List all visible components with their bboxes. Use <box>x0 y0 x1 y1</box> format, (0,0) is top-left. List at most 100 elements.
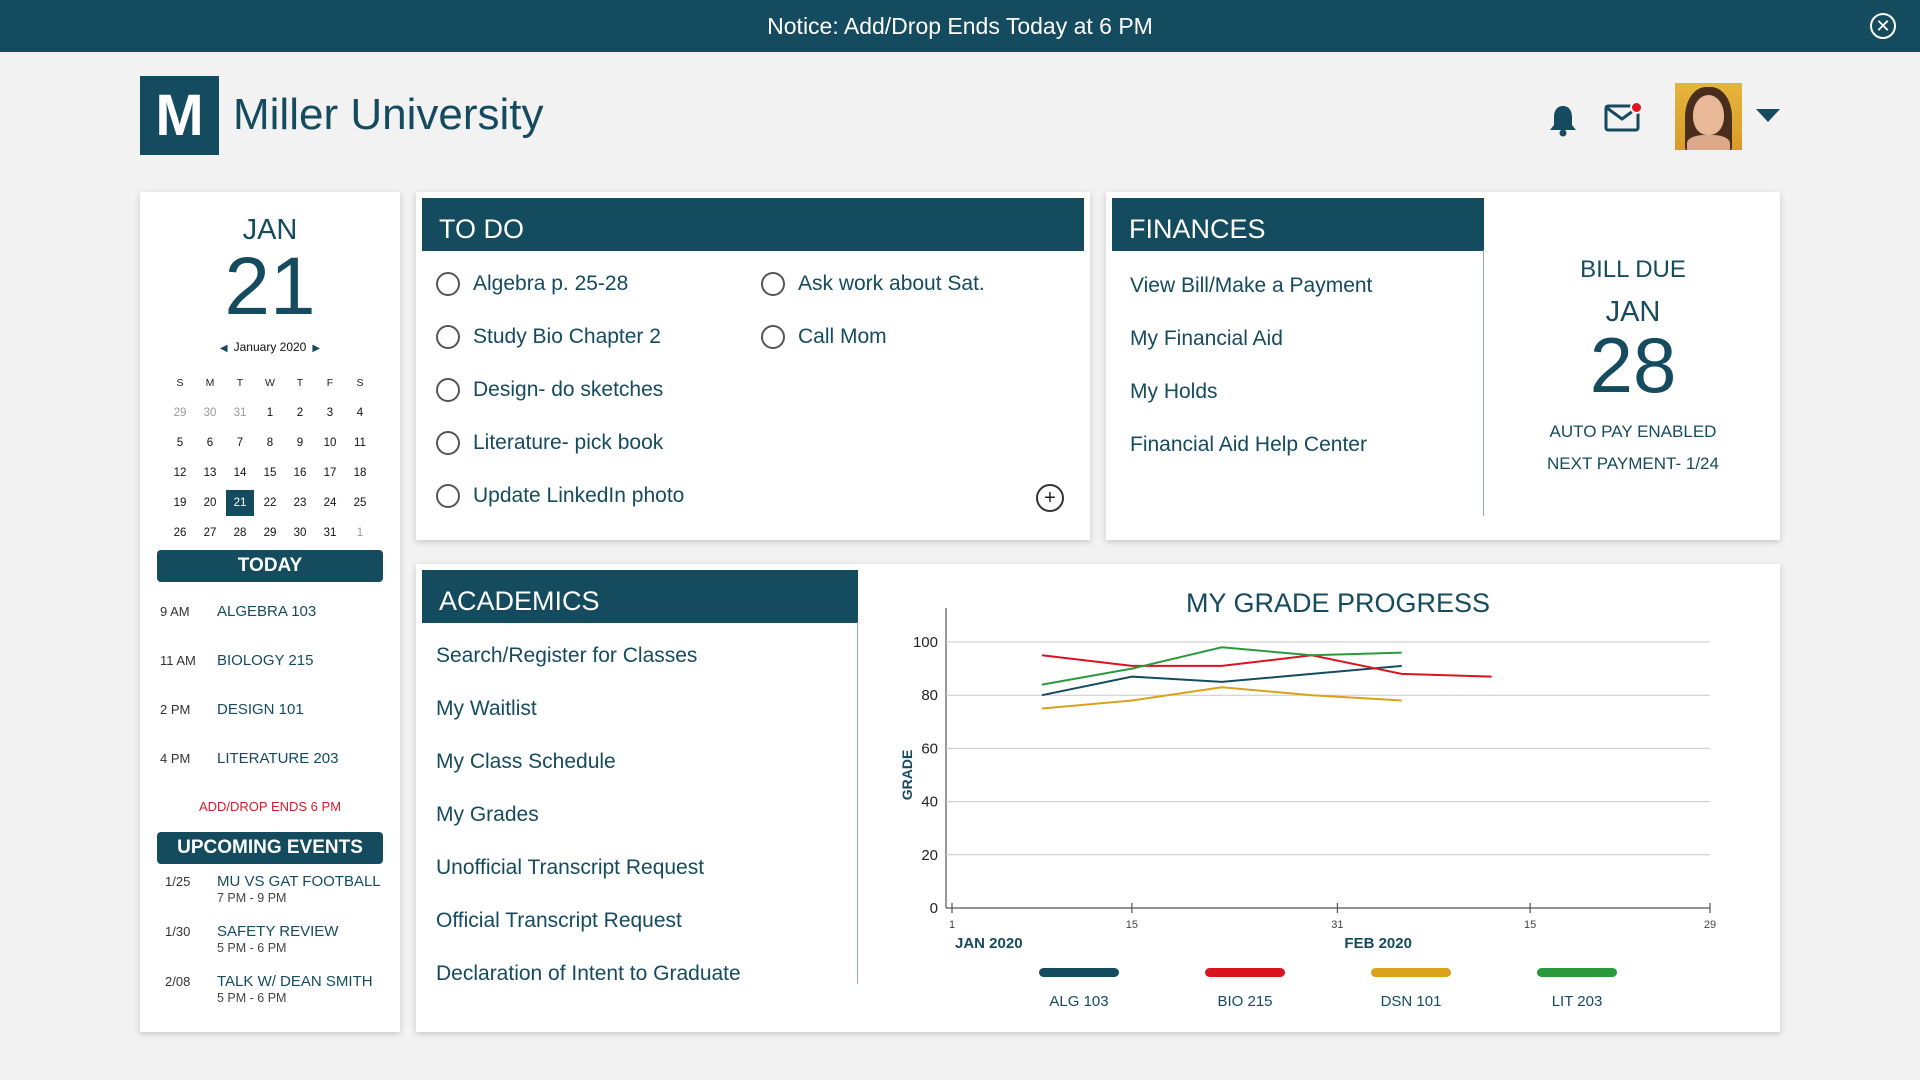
finance-link[interactable]: My Financial Aid <box>1130 327 1283 351</box>
calendar-date[interactable]: 2 <box>286 400 314 426</box>
finance-link[interactable]: Financial Aid Help Center <box>1130 433 1367 457</box>
finance-link[interactable]: My Holds <box>1130 380 1218 404</box>
bell-icon[interactable] <box>1548 104 1578 138</box>
todo-checkbox[interactable] <box>436 325 460 349</box>
calendar-date[interactable]: 16 <box>286 460 314 486</box>
calendar-date[interactable]: 5 <box>166 430 194 456</box>
calendar-date[interactable]: 11 <box>346 430 374 456</box>
schedule-class[interactable]: LITERATURE 203 <box>217 750 338 767</box>
event-name[interactable]: SAFETY REVIEW <box>217 923 338 940</box>
event-time: 5 PM - 6 PM <box>217 941 287 955</box>
legend-swatch <box>1537 968 1617 977</box>
event-time: 7 PM - 9 PM <box>217 891 287 905</box>
legend-label: DSN 101 <box>1380 993 1442 1010</box>
academics-link[interactable]: My Waitlist <box>436 697 537 721</box>
series-line-alg-103 <box>1041 664 1402 697</box>
legend-label: LIT 203 <box>1551 993 1603 1010</box>
todo-checkbox[interactable] <box>761 272 785 296</box>
notice-text: Notice: Add/Drop Ends Today at 6 PM <box>767 12 1153 39</box>
schedule-class[interactable]: BIOLOGY 215 <box>217 652 313 669</box>
add-drop-alert: ADD/DROP ENDS 6 PM <box>198 799 342 814</box>
avatar[interactable] <box>1675 83 1742 150</box>
calendar-date[interactable]: 24 <box>316 490 344 516</box>
todo-item[interactable]: Design- do sketches <box>436 378 663 402</box>
todo-checkbox[interactable] <box>761 325 785 349</box>
calendar-date[interactable]: 10 <box>316 430 344 456</box>
calendar-date[interactable]: 18 <box>346 460 374 486</box>
academics-link[interactable]: Search/Register for Classes <box>436 644 697 668</box>
event-date: 1/25 <box>165 874 191 889</box>
todo-checkbox[interactable] <box>436 484 460 508</box>
todo-checkbox[interactable] <box>436 272 460 296</box>
calendar-date[interactable]: 1 <box>256 400 284 426</box>
weekday-label: T <box>236 377 244 389</box>
academics-divider <box>857 622 858 984</box>
y-tick-label: 20 <box>921 847 938 864</box>
finance-link[interactable]: View Bill/Make a Payment <box>1130 274 1372 298</box>
todo-item[interactable]: Ask work about Sat. <box>761 272 985 296</box>
calendar-date[interactable]: 19 <box>166 490 194 516</box>
calendar-date[interactable]: 17 <box>316 460 344 486</box>
calendar-date[interactable]: 20 <box>196 490 224 516</box>
academics-link[interactable]: My Class Schedule <box>436 750 616 774</box>
y-axis-label: GRADE <box>899 750 915 801</box>
academics-link[interactable]: Unofficial Transcript Request <box>436 856 704 880</box>
academics-link[interactable]: Declaration of Intent to Graduate <box>436 962 741 986</box>
calendar-date[interactable]: 12 <box>166 460 194 486</box>
event-name[interactable]: TALK W/ DEAN SMITH <box>217 973 373 990</box>
calendar-date[interactable]: 25 <box>346 490 374 516</box>
y-tick-label: 100 <box>913 634 938 651</box>
schedule-time: 9 AM <box>160 604 190 619</box>
calendar-date[interactable]: 28 <box>226 520 254 546</box>
calendar-date[interactable]: 21 <box>226 490 254 516</box>
calendar-date[interactable]: 14 <box>226 460 254 486</box>
calendar-date[interactable]: 26 <box>166 520 194 546</box>
caret-down-icon[interactable] <box>1756 109 1780 122</box>
calendar-date[interactable]: 27 <box>196 520 224 546</box>
calendar-day: 21 <box>224 241 316 332</box>
calendar-date[interactable]: 9 <box>286 430 314 456</box>
todo-label: Algebra p. 25-28 <box>473 272 629 295</box>
x-group-label: JAN 2020 <box>955 935 1023 952</box>
academics-title: ACADEMICS <box>422 570 858 623</box>
y-tick-label: 40 <box>921 794 938 811</box>
schedule-class[interactable]: ALGEBRA 103 <box>217 603 316 620</box>
next-month-icon[interactable]: ▶ <box>306 343 326 354</box>
calendar-date[interactable]: 23 <box>286 490 314 516</box>
calendar-date[interactable]: 30 <box>286 520 314 546</box>
unread-indicator <box>1630 101 1643 114</box>
calendar-date[interactable]: 3 <box>316 400 344 426</box>
academics-link[interactable]: Official Transcript Request <box>436 909 682 933</box>
prev-month-icon[interactable]: ◀ <box>214 343 234 354</box>
todo-item[interactable]: Update LinkedIn photo <box>436 484 684 508</box>
add-todo-button[interactable]: + <box>1036 484 1064 512</box>
weekday-label: M <box>205 377 215 389</box>
calendar-date[interactable]: 4 <box>346 400 374 426</box>
todo-item[interactable]: Study Bio Chapter 2 <box>436 325 661 349</box>
todo-item[interactable]: Algebra p. 25-28 <box>436 272 628 296</box>
close-icon[interactable]: ✕ <box>1870 13 1896 39</box>
calendar-date[interactable]: 8 <box>256 430 284 456</box>
event-name[interactable]: MU VS GAT FOOTBALL <box>217 873 381 890</box>
calendar-date[interactable]: 31 <box>316 520 344 546</box>
calendar-date[interactable]: 22 <box>256 490 284 516</box>
calendar-date[interactable]: 1 <box>346 520 374 546</box>
calendar-date[interactable]: 15 <box>256 460 284 486</box>
calendar-date[interactable]: 30 <box>196 400 224 426</box>
calendar-date[interactable]: 13 <box>196 460 224 486</box>
todo-checkbox[interactable] <box>436 431 460 455</box>
todo-item[interactable]: Literature- pick book <box>436 431 663 455</box>
calendar-date[interactable]: 7 <box>226 430 254 456</box>
todo-item[interactable]: Call Mom <box>761 325 887 349</box>
schedule-class[interactable]: DESIGN 101 <box>217 701 304 718</box>
x-tick-label: 15 <box>1126 919 1138 931</box>
y-tick-label: 60 <box>921 740 938 757</box>
schedule-time: 2 PM <box>160 702 191 717</box>
calendar-date[interactable]: 31 <box>226 400 254 426</box>
calendar-date[interactable]: 6 <box>196 430 224 456</box>
autopay-status: AUTO PAY ENABLED <box>1549 422 1717 441</box>
calendar-date[interactable]: 29 <box>256 520 284 546</box>
todo-checkbox[interactable] <box>436 378 460 402</box>
academics-link[interactable]: My Grades <box>436 803 539 827</box>
calendar-date[interactable]: 29 <box>166 400 194 426</box>
